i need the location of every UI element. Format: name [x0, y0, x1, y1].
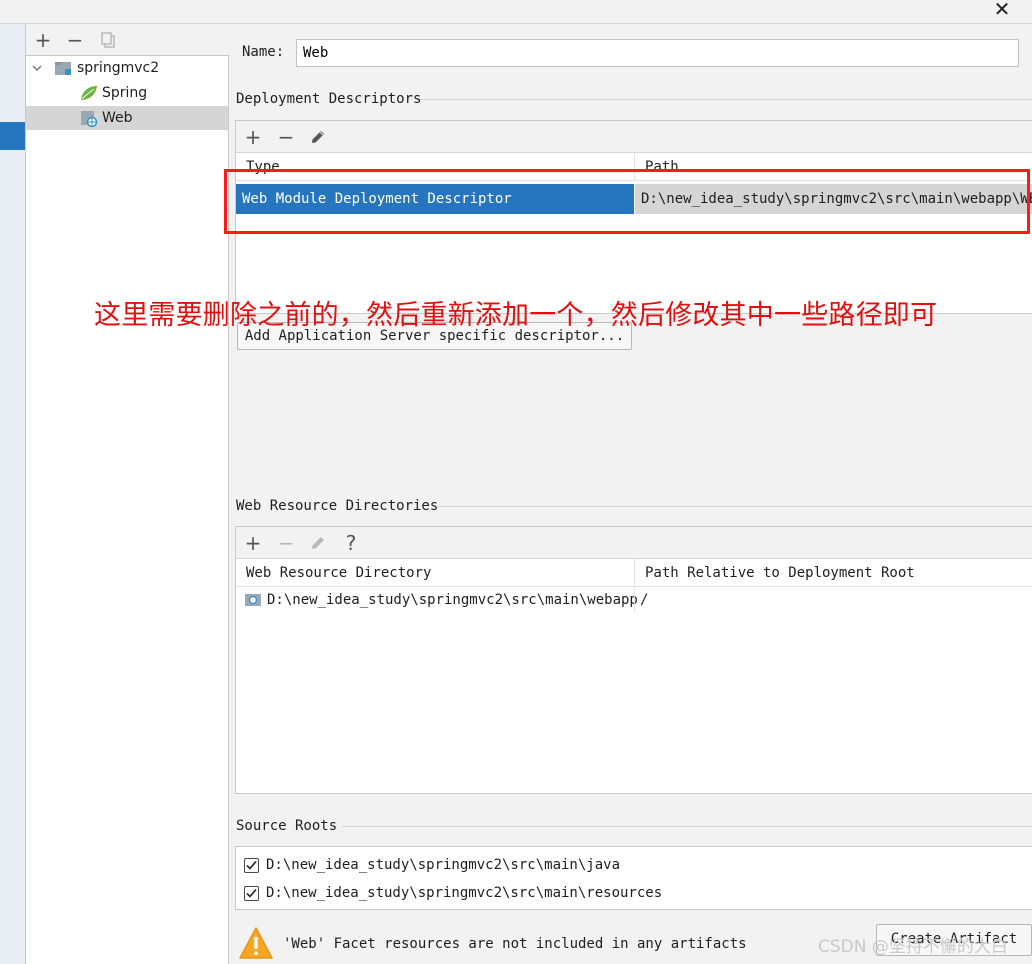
remove-facet-button[interactable]: − [64, 29, 86, 51]
list-item[interactable]: D:\new_idea_study\springmvc2\src\main\re… [244, 881, 1024, 905]
column-header-directory[interactable]: Web Resource Directory [236, 559, 635, 587]
table-row[interactable]: D:\new_idea_study\springmvc2\src\main\we… [236, 588, 1032, 612]
annotation-text: 这里需要删除之前的，然后重新添加一个，然后修改其中一些路径即可 [94, 300, 938, 331]
section-divider [420, 99, 1032, 100]
spring-leaf-icon [80, 85, 98, 101]
source-root-path: D:\new_idea_study\springmvc2\src\main\re… [266, 885, 663, 901]
tree-item-web[interactable]: Web [26, 106, 228, 130]
facet-tree-panel [26, 24, 229, 964]
settings-sidebar-strip [0, 24, 26, 964]
add-facet-button[interactable]: + [32, 29, 54, 51]
tree-item-label: springmvc2 [77, 60, 160, 76]
warning-icon [238, 926, 274, 960]
folder-module-icon [54, 60, 72, 76]
name-field[interactable] [296, 39, 1019, 67]
source-root-checkbox[interactable] [244, 886, 259, 901]
deployment-toolbar: + − [236, 121, 1032, 153]
column-header-relative-path[interactable]: Path Relative to Deployment Root [635, 559, 1032, 587]
remove-descriptor-button[interactable]: − [275, 126, 297, 148]
web-folder-icon [244, 592, 262, 608]
section-divider [436, 506, 1032, 507]
web-facet-icon [80, 110, 98, 128]
tree-item-springmvc2[interactable]: springmvc2 [26, 56, 229, 80]
web-resource-directories-title: Web Resource Directories [236, 498, 439, 514]
web-resource-toolbar: + − ? [236, 527, 1032, 559]
sidebar-selected-marker [0, 122, 25, 150]
close-icon[interactable]: ✕ [990, 0, 1014, 22]
title-strip [0, 0, 1032, 24]
pencil-icon[interactable] [309, 128, 327, 146]
source-roots-title: Source Roots [236, 818, 338, 834]
add-descriptor-button[interactable]: + [242, 126, 264, 148]
remove-resource-button[interactable]: − [275, 532, 297, 554]
name-label: Name: [242, 44, 285, 60]
chevron-down-icon[interactable] [30, 56, 44, 80]
tree-toolbar: + − [26, 24, 229, 56]
pencil-icon[interactable] [309, 534, 327, 552]
watermark-text: CSDN @坚持不懈的大白 [818, 937, 1008, 957]
source-root-path: D:\new_idea_study\springmvc2\src\main\ja… [266, 857, 621, 873]
resource-directory-cell: D:\new_idea_study\springmvc2\src\main\we… [267, 592, 638, 608]
warning-message: 'Web' Facet resources are not included i… [283, 936, 747, 952]
help-button[interactable]: ? [340, 532, 362, 554]
red-highlight-box [224, 169, 1030, 234]
source-roots-list: D:\new_idea_study\springmvc2\src\main\ja… [235, 846, 1032, 910]
list-item[interactable]: D:\new_idea_study\springmvc2\src\main\ja… [244, 853, 1024, 877]
relative-path-cell: / [640, 592, 649, 608]
source-root-checkbox[interactable] [244, 858, 259, 873]
column-divider [634, 588, 635, 612]
section-divider [342, 826, 1032, 827]
web-resource-table: + − ? Web Resource Directory Path Relati… [235, 526, 1032, 794]
tree-item-label: Web [102, 110, 133, 126]
deployment-descriptors-title: Deployment Descriptors [236, 91, 422, 107]
copy-icon[interactable] [100, 32, 116, 48]
add-resource-button[interactable]: + [242, 532, 264, 554]
tree-item-spring[interactable]: Spring [26, 81, 229, 105]
column-divider [634, 559, 635, 587]
tree-item-label: Spring [102, 85, 148, 101]
